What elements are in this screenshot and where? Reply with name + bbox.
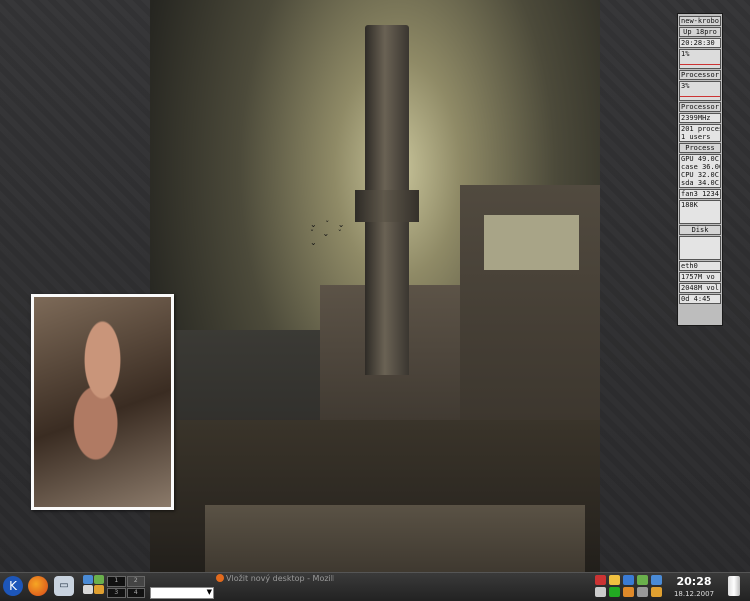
kde-menu-icon[interactable]: K <box>3 576 23 596</box>
tray-icon[interactable] <box>595 587 606 597</box>
tray-icon[interactable] <box>637 587 648 597</box>
task-combo-box[interactable]: ▼ <box>150 587 214 599</box>
quicklaunch-icon[interactable] <box>83 575 93 584</box>
sysmon-disk-label: Disk <box>679 225 721 235</box>
sysmon-proc1-label: Processor 1 <box>679 102 721 112</box>
tray-icon[interactable] <box>595 575 606 585</box>
sysmon-proc0-graph: 3% <box>679 81 721 101</box>
sysmon-vol2: 2048M vol <box>679 283 721 293</box>
sysmon-proc0-label: Processor 0 <box>679 70 721 80</box>
pager-desktop-2[interactable]: 2 <box>126 576 145 587</box>
sysmon-mem: 188K <box>679 200 721 224</box>
sysmon-net: eth0 <box>679 261 721 271</box>
system-monitor-widget: new-krobo Up 18pro 20:28:30 1% Processor… <box>677 13 723 326</box>
tray-icon[interactable] <box>609 587 620 597</box>
firefox-icon[interactable] <box>28 576 48 596</box>
quicklaunch-icon[interactable] <box>83 585 93 594</box>
sysmon-freq: 2399MHz <box>679 113 721 123</box>
tray-icon[interactable] <box>623 575 634 585</box>
tray-icon[interactable] <box>651 575 662 585</box>
desktop-pager[interactable]: 1 2 3 4 <box>107 576 145 598</box>
chevron-down-icon: ▼ <box>206 588 212 596</box>
sysmon-fan: fan3 1234 <box>679 189 721 199</box>
sysmon-temps: GPU 49.0C case 36.0C CPU 32.0C sda 34.0C <box>679 154 721 188</box>
wallpaper-building-right <box>460 185 600 455</box>
taskbar: K ▭ 1 2 3 4 ▼ Vložit nový desktop - Mozi… <box>0 572 750 601</box>
sysmon-process-button[interactable]: Process <box>679 143 721 153</box>
tray-icon[interactable] <box>623 587 634 597</box>
sysmon-uptime: Up 18pro <box>679 27 721 37</box>
pager-desktop-3[interactable]: 3 <box>107 587 126 598</box>
sysmon-procs: 201 proces 1 users <box>679 124 721 142</box>
konsole-icon[interactable]: ▭ <box>54 576 74 596</box>
system-tray <box>592 572 664 600</box>
taskbar-window-title: Vložit nový desktop - Mozilla <box>226 574 334 583</box>
sysmon-disk-graph <box>679 236 721 260</box>
tray-icon[interactable] <box>651 587 662 597</box>
sysmon-time: 20:28:30 <box>679 38 721 48</box>
photo-image <box>34 297 171 507</box>
trash-icon[interactable] <box>728 576 740 596</box>
quicklaunch-icon[interactable] <box>94 575 104 584</box>
pager-desktop-4[interactable]: 4 <box>126 587 145 598</box>
tray-icon[interactable] <box>609 575 620 585</box>
sysmon-host: new-krobo <box>679 16 721 26</box>
sysmon-vol1: 1757M vo <box>679 272 721 282</box>
wallpaper-image: ⌄ ˇ ⌄ ˇ ⌄ ˇ ⌄ <box>150 0 600 600</box>
wallpaper-birds: ⌄ ˇ ⌄ ˇ ⌄ ˇ ⌄ <box>310 220 348 247</box>
firefox-small-icon <box>216 574 224 582</box>
photo-frame-widget[interactable] <box>31 294 174 510</box>
taskbar-window-button[interactable]: Vložit nový desktop - Mozilla <box>216 573 334 584</box>
tray-icon[interactable] <box>637 575 648 585</box>
clock-time[interactable]: 20:28 <box>668 575 720 588</box>
sysmon-uptime2: 0d 4:45 <box>679 294 721 304</box>
clock-date[interactable]: 18.12.2007 <box>668 590 720 598</box>
pager-desktop-1[interactable]: 1 <box>107 576 126 587</box>
quicklaunch-icon[interactable] <box>94 585 104 594</box>
sysmon-load-graph: 1% <box>679 49 721 69</box>
